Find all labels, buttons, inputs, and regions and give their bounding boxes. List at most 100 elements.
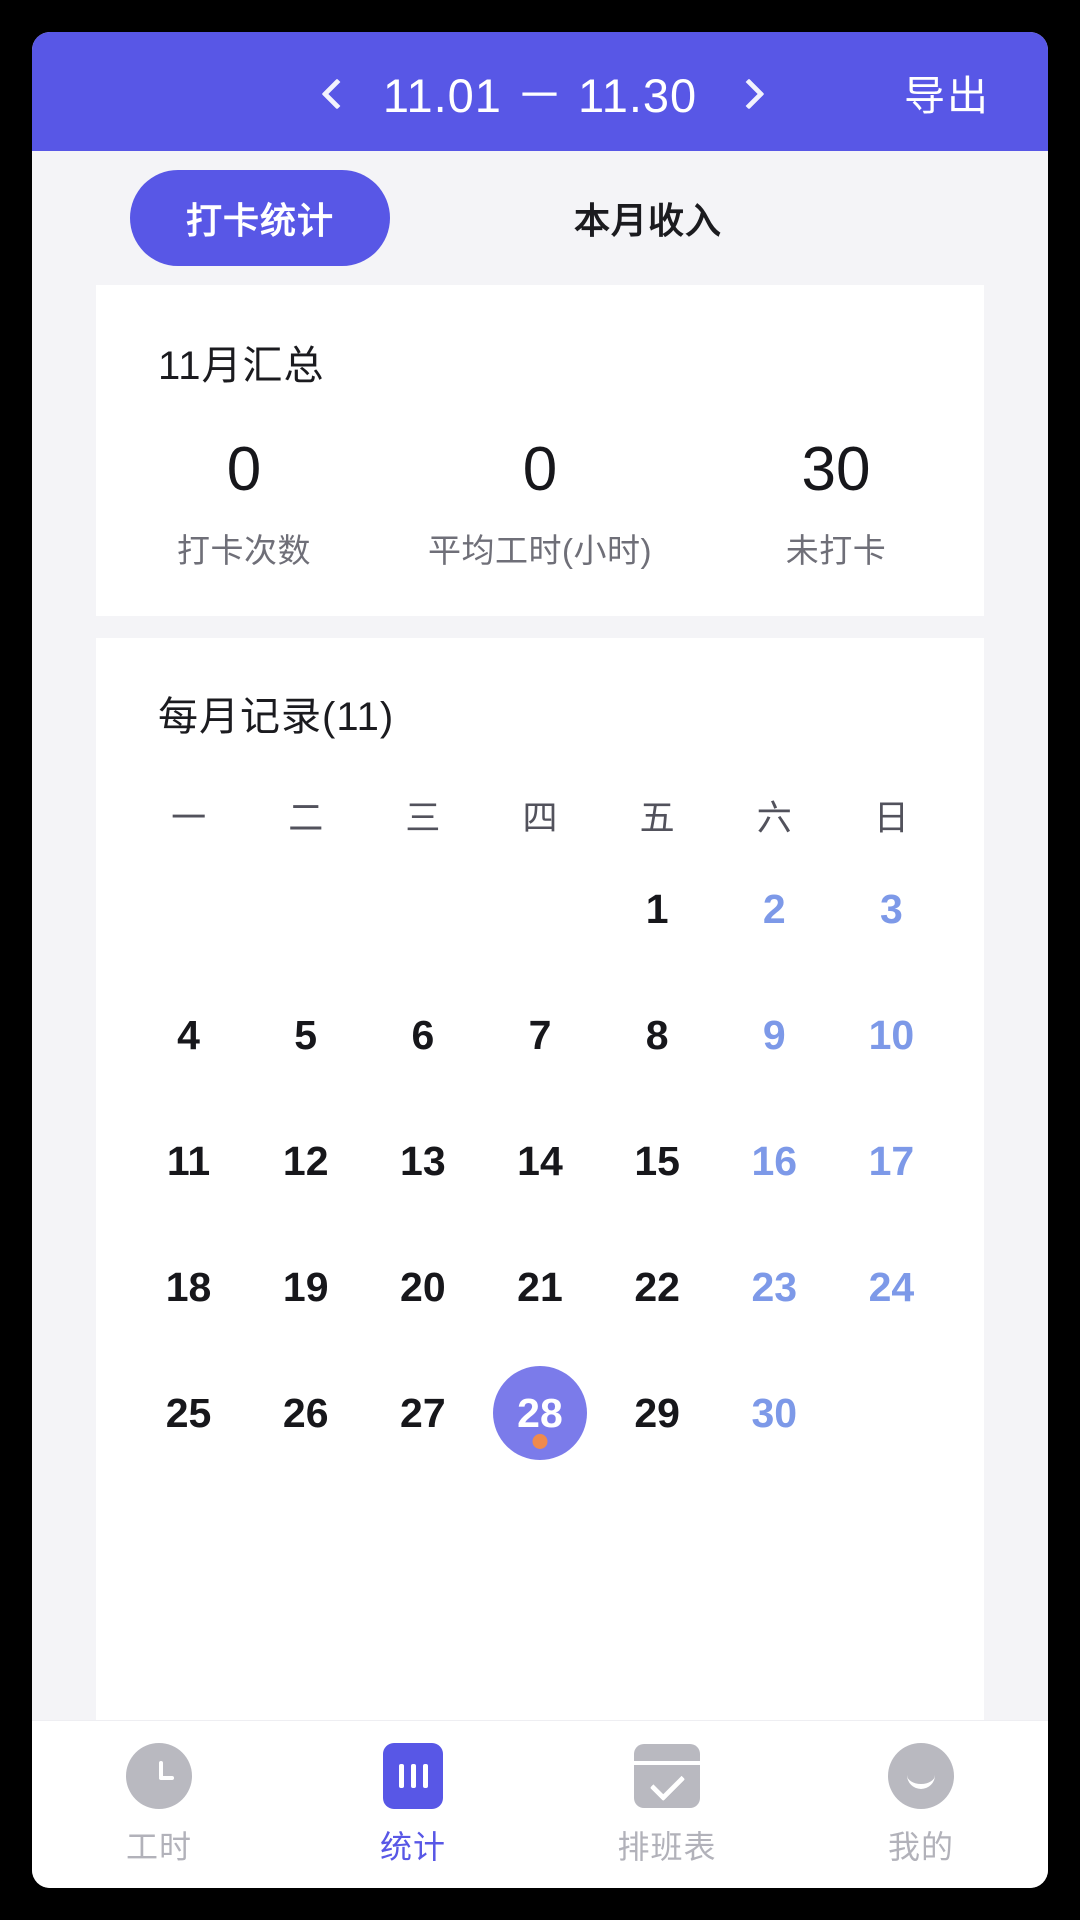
- calendar-day-cell[interactable]: 16: [716, 1103, 833, 1219]
- calendar-week-row: 25 26 27 28 29 30: [96, 1355, 984, 1471]
- bar-chart-icon: [380, 1743, 446, 1809]
- nav-item-profile[interactable]: 我的: [794, 1743, 1048, 1868]
- clock-icon: [126, 1743, 192, 1809]
- calendar-day-number: 25: [165, 1389, 212, 1436]
- calendar-day-cell[interactable]: 6: [364, 977, 481, 1093]
- calendar-weekday: 五: [639, 799, 675, 839]
- calendar-week-row: 11 12 13 14 15 16 17: [96, 1103, 984, 1219]
- summary-title: 11月汇总: [158, 344, 325, 388]
- calendar-grid: 1 2 3 4 5 6 7 8 9 10 11 12 13 14 15 16 17 18 19 20 21 22 23 24 2…: [96, 851, 984, 1471]
- calendar-weekday: 六: [756, 799, 792, 839]
- tab-checkin-stats[interactable]: 打卡统计: [130, 170, 391, 266]
- calendar-day-number: 16: [751, 1137, 798, 1184]
- calendar-day-cell[interactable]: 15: [599, 1103, 716, 1219]
- calendar-day-cell[interactable]: 29: [599, 1355, 716, 1471]
- calendar-title: 每月记录(11): [158, 695, 395, 740]
- calendar-day-cell[interactable]: 7: [481, 977, 598, 1093]
- stat-average-hours: 0 平均工时(小时): [392, 435, 688, 572]
- stat-checkin-count: 0 打卡次数: [96, 435, 392, 572]
- calendar-day-number: 7: [528, 1011, 552, 1058]
- nav-label: 排班表: [617, 1829, 717, 1865]
- calendar-day-cell[interactable]: 26: [247, 1355, 364, 1471]
- calendar-day-number: 8: [645, 1011, 669, 1058]
- calendar-week-row: 1 2 3: [96, 851, 984, 967]
- calendar-day-cell[interactable]: 18: [130, 1229, 247, 1345]
- calendar-day-number: 15: [634, 1137, 680, 1184]
- calendar-day-cell[interactable]: 21: [481, 1229, 598, 1345]
- calendar-day-marker-dot: [532, 1434, 548, 1450]
- calendar-weekday: 三: [405, 799, 441, 839]
- calendar-day-cell[interactable]: 1: [599, 851, 716, 967]
- stat-missed-checkin: 30 未打卡: [688, 435, 984, 572]
- calendar-week-row: 18 19 20 21 22 23 24: [96, 1229, 984, 1345]
- calendar-day-number: 2: [762, 885, 786, 932]
- calendar-day-cell[interactable]: 17: [833, 1103, 950, 1219]
- calendar-day-number: 28: [492, 1366, 587, 1461]
- calendar-day-empty: [364, 851, 481, 967]
- calendar-day-cell[interactable]: 12: [247, 1103, 364, 1219]
- stat-label: 打卡次数: [177, 532, 311, 570]
- calendar-day-number: 19: [282, 1263, 329, 1310]
- stat-label: 未打卡: [785, 532, 887, 570]
- calendar-day-number: 11: [166, 1137, 211, 1184]
- calendar-weekday: 二: [288, 799, 324, 839]
- calendar-day-cell[interactable]: 10: [833, 977, 950, 1093]
- nav-item-statistics[interactable]: 统计: [286, 1743, 540, 1868]
- calendar-day-cell[interactable]: 11: [130, 1103, 247, 1219]
- calendar-day-number: 3: [880, 885, 903, 932]
- calendar-day-cell[interactable]: 8: [599, 977, 716, 1093]
- calendar-day-cell[interactable]: 3: [833, 851, 950, 967]
- calendar-day-empty: [833, 1355, 950, 1471]
- export-button[interactable]: 导出: [904, 62, 990, 122]
- calendar-day-cell[interactable]: 9: [716, 977, 833, 1093]
- calendar-weekday-row: 一二三四五六日: [96, 790, 984, 841]
- calendar-day-number: 6: [411, 1011, 435, 1058]
- chevron-right-icon[interactable]: [731, 77, 761, 107]
- tab-monthly-income[interactable]: 本月收入: [574, 192, 722, 244]
- calendar-day-cell[interactable]: 19: [247, 1229, 364, 1345]
- calendar-day-number: 4: [177, 1011, 200, 1058]
- nav-item-schedule[interactable]: 排班表: [540, 1743, 794, 1868]
- tab-bar: 打卡统计 本月收入: [32, 151, 1048, 285]
- calendar-day-cell[interactable]: 2: [716, 851, 833, 967]
- summary-stats-row: 0 打卡次数 0 平均工时(小时) 30 未打卡: [96, 435, 984, 572]
- stat-label: 平均工时(小时): [428, 532, 652, 570]
- calendar-day-empty: [247, 851, 364, 967]
- calendar-day-number: 24: [868, 1263, 915, 1310]
- calendar-day-cell[interactable]: 13: [364, 1103, 481, 1219]
- nav-item-worktime[interactable]: 工时: [32, 1743, 286, 1868]
- calendar-day-cell[interactable]: 27: [364, 1355, 481, 1471]
- monthly-summary-card: 11月汇总 0 打卡次数 0 平均工时(小时) 30 未打卡: [96, 285, 984, 617]
- chevron-left-icon[interactable]: [319, 77, 349, 107]
- stat-value: 0: [226, 435, 262, 504]
- calendar-day-cell[interactable]: 4: [130, 977, 247, 1093]
- calendar-day-cell[interactable]: 25: [130, 1355, 247, 1471]
- calendar-week-row: 4 5 6 7 8 9 10: [96, 977, 984, 1093]
- calendar-day-cell[interactable]: 22: [599, 1229, 716, 1345]
- app-header: 11.01 － 11.30 导出: [32, 32, 1048, 151]
- calendar-day-empty: [481, 851, 598, 967]
- calendar-day-number: 1: [645, 885, 669, 932]
- app-screen: 11.01 － 11.30 导出 打卡统计 本月收入 11月汇总 0 打卡次数 …: [32, 32, 1048, 1888]
- calendar-day-number: 29: [634, 1389, 680, 1436]
- date-range-label[interactable]: 11.01 － 11.30: [383, 57, 697, 126]
- calendar-day-cell[interactable]: 5: [247, 977, 364, 1093]
- bottom-navigation: 工时 统计 排班表 我的: [32, 1720, 1048, 1888]
- calendar-day-number: 30: [751, 1389, 798, 1436]
- calendar-day-cell[interactable]: 14: [481, 1103, 598, 1219]
- calendar-day-number: 27: [400, 1389, 446, 1436]
- calendar-day-cell[interactable]: 24: [833, 1229, 950, 1345]
- stat-value: 30: [801, 435, 871, 504]
- calendar-day-number: 18: [165, 1263, 212, 1310]
- calendar-day-number: 21: [517, 1263, 563, 1310]
- calendar-day-number: 23: [751, 1263, 798, 1310]
- date-range-nav: 11.01 － 11.30: [319, 57, 761, 126]
- calendar-day-cell[interactable]: 28: [481, 1355, 598, 1471]
- calendar-day-cell[interactable]: 30: [716, 1355, 833, 1471]
- calendar-day-cell[interactable]: 23: [716, 1229, 833, 1345]
- calendar-day-empty: [130, 851, 247, 967]
- smiley-face-icon: [888, 1743, 954, 1809]
- calendar-check-icon: [634, 1743, 700, 1809]
- calendar-weekday: 日: [873, 799, 909, 839]
- calendar-day-cell[interactable]: 20: [364, 1229, 481, 1345]
